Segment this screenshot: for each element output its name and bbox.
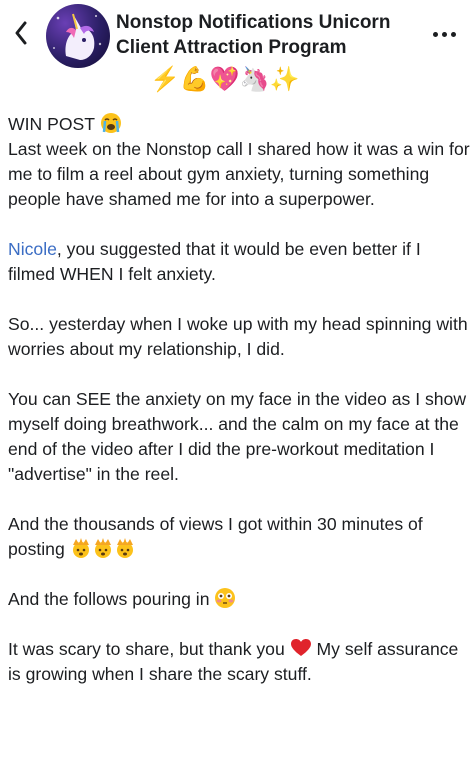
paragraph-7a-text: It was scary to share, but thank you bbox=[8, 639, 285, 659]
paragraph-2-text: , you suggested that it would be even be… bbox=[8, 239, 421, 284]
paragraph-6: And the follows pouring in bbox=[8, 587, 470, 612]
paragraph-1: Last week on the Nonstop call I shared h… bbox=[8, 139, 470, 209]
post-body: WIN POST Last week on the Nonstop call I… bbox=[8, 112, 470, 712]
paragraph-6-text: And the follows pouring in bbox=[8, 589, 210, 609]
more-options-button[interactable] bbox=[424, 24, 464, 44]
win-post-heading: WIN POST bbox=[8, 112, 470, 137]
paragraph-5: And the thousands of views I got within … bbox=[8, 512, 470, 562]
group-title-line1: Nonstop Notifications Unicorn bbox=[116, 12, 391, 33]
mention-nicole[interactable]: Nicole bbox=[8, 239, 57, 259]
exploding-head-icon bbox=[94, 538, 111, 558]
back-button[interactable] bbox=[8, 18, 34, 48]
group-avatar[interactable] bbox=[46, 4, 110, 68]
chevron-left-icon bbox=[15, 21, 27, 45]
paragraph-2: Nicole, you suggested that it would be e… bbox=[8, 237, 470, 287]
red-heart-icon bbox=[290, 639, 311, 656]
exploding-head-icon bbox=[116, 538, 133, 558]
paragraph-4: You can SEE the anxiety on my face in th… bbox=[8, 389, 467, 484]
win-post-label: WIN POST bbox=[8, 114, 95, 134]
paragraph-7: It was scary to share, but thank you My … bbox=[8, 637, 470, 687]
group-title[interactable]: Nonstop Notifications Unicorn Client Att… bbox=[116, 10, 416, 60]
group-title-line2: Client Attraction Program bbox=[116, 37, 347, 58]
flushed-face-icon bbox=[215, 588, 236, 608]
exploding-head-icon bbox=[72, 538, 89, 558]
more-dots-icon bbox=[432, 31, 438, 37]
loudly-crying-face-icon bbox=[100, 113, 121, 133]
paragraph-3: So... yesterday when I woke up with my h… bbox=[8, 314, 468, 359]
title-emoji-row: ⚡💪💖🦄✨ bbox=[150, 65, 300, 93]
post-header: Nonstop Notifications Unicorn Client Att… bbox=[0, 0, 476, 100]
